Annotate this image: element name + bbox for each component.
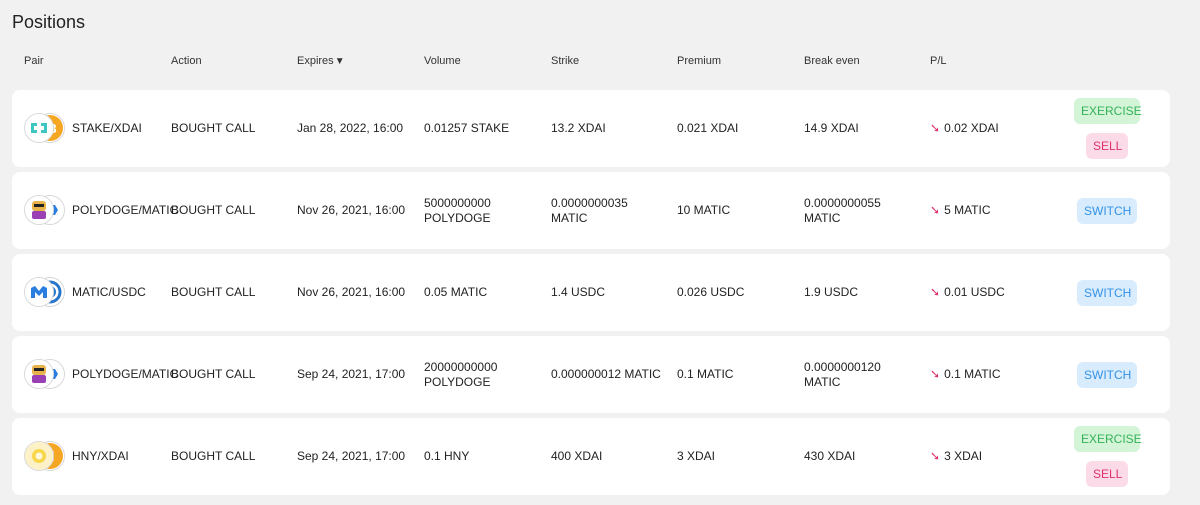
trend-down-arrow-icon: ➘ — [930, 121, 941, 135]
column-header-action: Action — [171, 55, 202, 67]
row-actions: SWITCH — [1052, 336, 1162, 413]
pair-name: POLYDOGE/MATIC — [72, 367, 179, 381]
switch-button[interactable]: SWITCH — [1077, 197, 1137, 224]
premium-cell: 0.1 MATIC — [677, 367, 734, 381]
volume-cell: 20000000000 POLYDOGE — [424, 359, 498, 389]
strike-cell: 400 XDAI — [551, 449, 603, 463]
action-cell: BOUGHT CALL — [171, 449, 256, 463]
strike-cell: 0.000000012 MATIC — [551, 367, 661, 381]
break-even-cell: 0.0000000120 MATIC — [804, 359, 881, 389]
premium-cell: 0.021 XDAI — [677, 121, 739, 135]
pl-cell: ➘ 3 XDAI — [930, 418, 1050, 495]
table-row: POLYDOGE/MATIC BOUGHT CALL Sep 24, 2021,… — [12, 336, 1170, 413]
pl-value: 0.1 MATIC — [944, 367, 1001, 381]
premium-cell: 10 MATIC — [677, 203, 731, 217]
pair-icons: 3 — [24, 112, 66, 146]
pair-icons — [24, 194, 66, 228]
row-actions: SWITCH — [1052, 254, 1162, 331]
positions-list: 3 STAKE/XDAI BOUGHT CALL Jan 28, 2022, 1… — [12, 90, 1170, 500]
pair-name: STAKE/XDAI — [72, 121, 142, 135]
matic-token-icon — [24, 276, 54, 307]
column-header-strike: Strike — [551, 55, 580, 67]
break-even-cell: 0.0000000055 MATIC — [804, 195, 881, 225]
pl-cell: ➘ 0.02 XDAI — [930, 90, 1050, 167]
exercise-button[interactable]: EXERCISE — [1074, 426, 1142, 452]
pl-cell: ➘ 0.1 MATIC — [930, 336, 1050, 413]
switch-button[interactable]: SWITCH — [1077, 279, 1137, 306]
column-header-pl: P/L — [930, 55, 947, 67]
break-even-cell: 1.9 USDC — [804, 285, 859, 299]
action-cell: BOUGHT CALL — [171, 121, 256, 135]
sell-button[interactable]: SELL — [1086, 133, 1128, 159]
volume-cell: 0.01257 STAKE — [424, 121, 510, 135]
volume-cell: 0.1 HNY — [424, 449, 470, 463]
pl-cell: ➘ 0.01 USDC — [930, 254, 1050, 331]
column-header-break-even: Break even — [804, 55, 860, 67]
pl-value: 0.01 USDC — [944, 285, 1005, 299]
table-header: Pair Action Expires▼ Volume Strike Premi… — [12, 55, 1170, 69]
trend-down-arrow-icon: ➘ — [930, 449, 941, 463]
action-cell: BOUGHT CALL — [171, 367, 256, 381]
pair-cell: HNY/XDAI — [24, 418, 164, 495]
pair-name: MATIC/USDC — [72, 285, 146, 299]
expires-cell: Sep 24, 2021, 17:00 — [297, 367, 406, 381]
table-row: HNY/XDAI BOUGHT CALL Sep 24, 2021, 17:00… — [12, 418, 1170, 495]
sort-descending-icon: ▼ — [334, 56, 345, 67]
table-row: 3 STAKE/XDAI BOUGHT CALL Jan 28, 2022, 1… — [12, 90, 1170, 167]
pair-cell: 3 STAKE/XDAI — [24, 90, 164, 167]
trend-down-arrow-icon: ➘ — [930, 367, 941, 381]
column-header-volume: Volume — [424, 55, 461, 67]
pair-cell: MATIC/USDC — [24, 254, 164, 331]
hny-token-icon — [24, 440, 54, 471]
expires-cell: Jan 28, 2022, 16:00 — [297, 121, 404, 135]
polydoge-token-icon — [24, 194, 54, 225]
pl-value: 0.02 XDAI — [944, 121, 999, 135]
exercise-button[interactable]: EXERCISE — [1074, 98, 1142, 124]
break-even-cell: 430 XDAI — [804, 449, 856, 463]
polydoge-token-icon — [24, 358, 54, 389]
expires-cell: Nov 26, 2021, 16:00 — [297, 285, 406, 299]
pl-value: 3 XDAI — [944, 449, 983, 463]
strike-cell: 13.2 XDAI — [551, 121, 606, 135]
action-cell: BOUGHT CALL — [171, 203, 256, 217]
volume-cell: 5000000000 POLYDOGE — [424, 195, 491, 225]
pl-cell: ➘ 5 MATIC — [930, 172, 1050, 249]
pair-cell: POLYDOGE/MATIC — [24, 172, 179, 249]
row-actions: SWITCH — [1052, 172, 1162, 249]
column-header-expires[interactable]: Expires▼ — [297, 55, 345, 67]
premium-cell: 3 XDAI — [677, 449, 716, 463]
trend-down-arrow-icon: ➘ — [930, 203, 941, 217]
switch-button[interactable]: SWITCH — [1077, 361, 1137, 388]
strike-cell: 0.0000000035 MATIC — [551, 195, 628, 225]
row-actions: EXERCISE SELL — [1052, 90, 1162, 167]
pair-icons — [24, 440, 66, 474]
trend-down-arrow-icon: ➘ — [930, 285, 941, 299]
pair-name: POLYDOGE/MATIC — [72, 203, 179, 217]
table-row: POLYDOGE/MATIC BOUGHT CALL Nov 26, 2021,… — [12, 172, 1170, 249]
expires-cell: Nov 26, 2021, 16:00 — [297, 203, 406, 217]
column-header-pair: Pair — [24, 55, 44, 67]
pair-icons — [24, 358, 66, 392]
premium-cell: 0.026 USDC — [677, 285, 745, 299]
volume-cell: 0.05 MATIC — [424, 285, 488, 299]
column-header-expires-label: Expires — [297, 55, 334, 67]
page-title: Positions — [12, 12, 86, 32]
column-header-premium: Premium — [677, 55, 722, 67]
stake-token-icon — [24, 112, 54, 143]
action-cell: BOUGHT CALL — [171, 285, 256, 299]
strike-cell: 1.4 USDC — [551, 285, 606, 299]
row-actions: EXERCISE SELL — [1052, 418, 1162, 495]
pl-value: 5 MATIC — [944, 203, 991, 217]
sell-button[interactable]: SELL — [1086, 461, 1128, 487]
pair-icons — [24, 276, 66, 310]
pair-cell: POLYDOGE/MATIC — [24, 336, 179, 413]
table-row: MATIC/USDC BOUGHT CALL Nov 26, 2021, 16:… — [12, 254, 1170, 331]
pair-name: HNY/XDAI — [72, 449, 129, 463]
break-even-cell: 14.9 XDAI — [804, 121, 859, 135]
expires-cell: Sep 24, 2021, 17:00 — [297, 449, 406, 463]
